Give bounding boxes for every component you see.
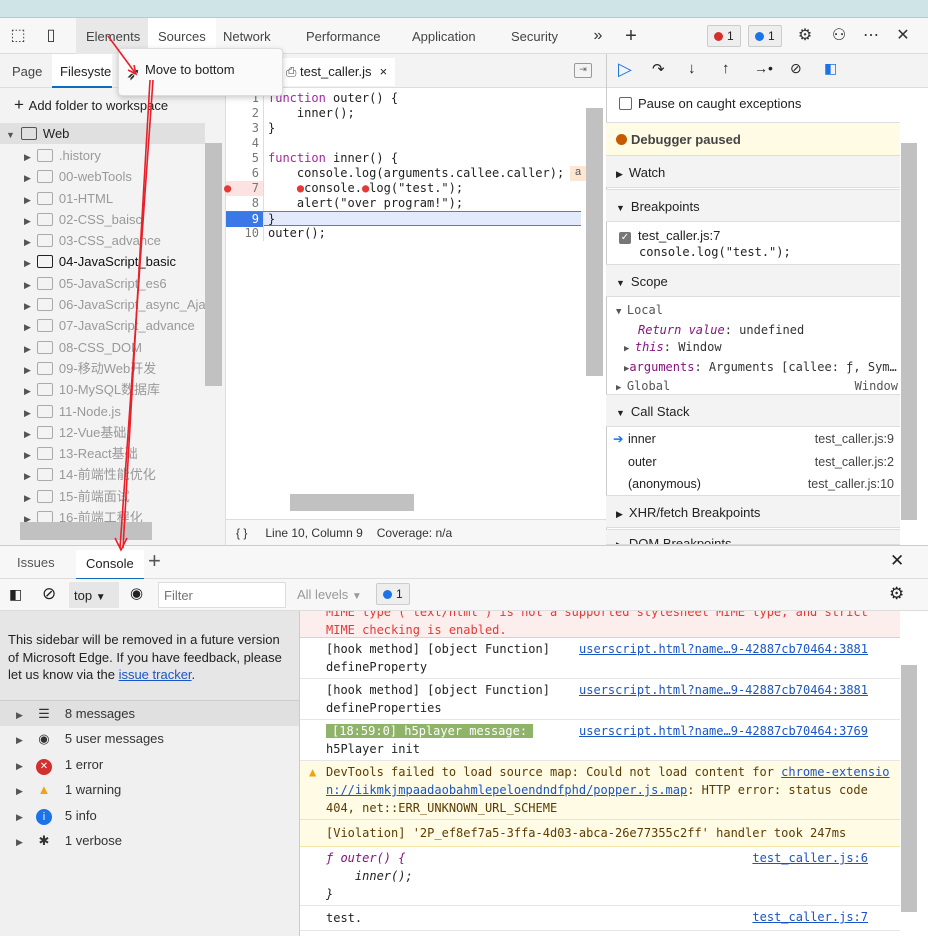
annotation-arrows [107,35,154,552]
